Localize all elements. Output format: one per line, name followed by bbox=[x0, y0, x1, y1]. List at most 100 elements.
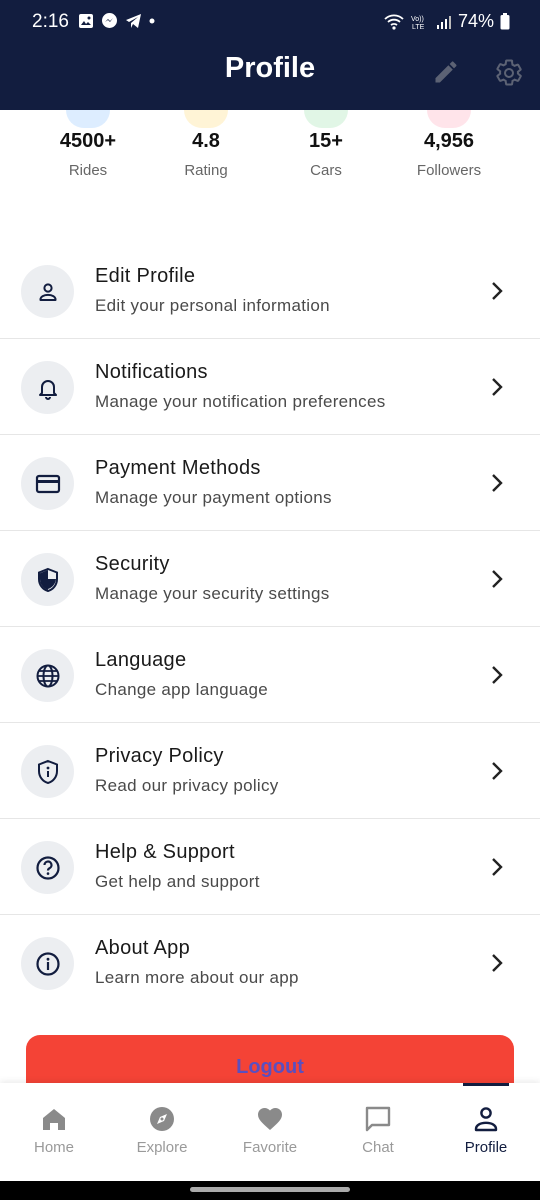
battery-icon bbox=[500, 13, 510, 30]
menu-item-security[interactable]: Security Manage your security settings bbox=[0, 531, 540, 627]
wifi-icon bbox=[384, 14, 404, 30]
menu-subtitle: Learn more about our app bbox=[95, 968, 299, 987]
stat-rides: 4500+ Rides bbox=[23, 130, 153, 179]
telegram-icon bbox=[126, 13, 141, 28]
nav-chat[interactable]: Chat bbox=[324, 1083, 432, 1181]
bell-icon bbox=[38, 379, 57, 400]
stat-rating: 4.8 Rating bbox=[141, 130, 271, 179]
menu-title: Language bbox=[95, 649, 187, 671]
chevron-right-icon bbox=[492, 378, 503, 396]
nav-label: Home bbox=[33, 1139, 74, 1156]
menu-icon-circle bbox=[21, 361, 74, 414]
chevron-right-icon bbox=[492, 282, 503, 300]
nav-label: Profile bbox=[464, 1139, 508, 1156]
stat-avatar-cars bbox=[304, 110, 348, 128]
menu-title: Help & Support bbox=[95, 841, 235, 863]
chevron-right-icon bbox=[492, 666, 503, 684]
menu-item-privacy-policy[interactable]: Privacy Policy Read our privacy policy bbox=[0, 723, 540, 819]
person-icon bbox=[39, 282, 56, 301]
nav-favorite[interactable]: Favorite bbox=[216, 1083, 324, 1181]
menu-title: Privacy Policy bbox=[95, 745, 224, 767]
menu-subtitle: Change app language bbox=[95, 680, 269, 699]
volte-icon: Vo))LTE bbox=[411, 16, 425, 31]
nav-profile[interactable]: Profile bbox=[432, 1083, 540, 1181]
battery-percent: 74% bbox=[457, 11, 494, 31]
menu-item-help-support[interactable]: Help & Support Get help and support bbox=[0, 819, 540, 915]
chevron-right-icon bbox=[492, 858, 503, 876]
credit-card-icon bbox=[35, 474, 60, 493]
stat-cars: 15+ Cars bbox=[261, 130, 391, 179]
svg-text:LTE: LTE bbox=[412, 24, 425, 31]
menu-icon-circle bbox=[21, 937, 74, 990]
home-gesture-pill[interactable] bbox=[190, 1187, 350, 1192]
globe-icon bbox=[36, 664, 59, 687]
info-icon bbox=[35, 951, 60, 976]
gear-icon[interactable] bbox=[494, 58, 524, 88]
stat-value: 4.8 bbox=[192, 130, 220, 152]
svg-text:Vo)): Vo)) bbox=[411, 16, 424, 23]
chevron-right-icon bbox=[492, 570, 503, 588]
notification-icons bbox=[78, 12, 155, 29]
menu-item-edit-profile[interactable]: Edit Profile Edit your personal informat… bbox=[0, 243, 540, 339]
menu-icon-circle bbox=[21, 265, 74, 318]
menu-subtitle: Edit your personal information bbox=[95, 296, 330, 315]
stat-label: Followers bbox=[416, 162, 482, 179]
menu-icon-circle bbox=[21, 841, 74, 894]
menu-item-language[interactable]: Language Change app language bbox=[0, 627, 540, 723]
menu-icon-circle bbox=[21, 649, 74, 702]
stat-avatar-rating bbox=[184, 110, 228, 128]
help-icon bbox=[35, 855, 60, 880]
nav-label: Explore bbox=[136, 1139, 188, 1156]
stat-label: Cars bbox=[310, 162, 342, 179]
stat-label: Rating bbox=[184, 162, 228, 179]
chat-icon bbox=[365, 1106, 391, 1132]
status-right: Vo)) LTE 74% bbox=[384, 11, 510, 32]
menu-subtitle: Manage your notification preferences bbox=[95, 392, 386, 411]
menu-subtitle: Read our privacy policy bbox=[95, 776, 279, 795]
heart-icon bbox=[258, 1108, 282, 1130]
nav-home[interactable]: Home bbox=[0, 1083, 108, 1181]
status-bar: 2:16 Vo)) LTE 74% bbox=[0, 0, 540, 44]
pencil-icon[interactable] bbox=[432, 58, 460, 86]
menu-title: Notifications bbox=[95, 361, 208, 383]
menu-item-notifications[interactable]: Notifications Manage your notification p… bbox=[0, 339, 540, 435]
privacy-shield-icon bbox=[37, 759, 58, 784]
chevron-right-icon bbox=[492, 954, 503, 972]
signal-icon bbox=[436, 15, 451, 29]
bottom-navigation: Home Explore Favorite Chat Profile bbox=[0, 1083, 540, 1181]
menu-icon-circle bbox=[21, 457, 74, 510]
logout-label: Logout bbox=[236, 1056, 304, 1078]
menu-subtitle: Manage your payment options bbox=[95, 488, 332, 507]
settings-menu: Edit Profile Edit your personal informat… bbox=[0, 243, 540, 1011]
status-time: 2:16 bbox=[32, 11, 69, 32]
menu-title: Security bbox=[95, 553, 170, 575]
home-icon bbox=[43, 1109, 65, 1130]
menu-item-about-app[interactable]: About App Learn more about our app bbox=[0, 915, 540, 1011]
screen: 2:16 Vo)) LTE 74% Profile 4500+ Rides 4.… bbox=[0, 0, 540, 1200]
menu-icon-circle bbox=[21, 553, 74, 606]
nav-label: Chat bbox=[362, 1139, 394, 1156]
stat-label: Rides bbox=[68, 162, 108, 179]
stat-value: 4500+ bbox=[59, 130, 117, 152]
stat-avatar-followers bbox=[427, 110, 471, 128]
menu-title: Payment Methods bbox=[95, 457, 261, 479]
menu-subtitle: Get help and support bbox=[95, 872, 260, 891]
menu-icon-circle bbox=[21, 745, 74, 798]
dot-icon bbox=[149, 18, 155, 23]
chevron-right-icon bbox=[492, 762, 503, 780]
active-tab-indicator bbox=[463, 1083, 509, 1086]
shield-icon bbox=[37, 567, 58, 592]
chevron-right-icon bbox=[492, 474, 503, 492]
app-header: 2:16 Vo)) LTE 74% Profile bbox=[0, 0, 540, 110]
stat-value: 15+ bbox=[309, 130, 343, 152]
stat-value: 4,956 bbox=[423, 130, 475, 152]
person-icon bbox=[474, 1107, 498, 1132]
menu-item-payment-methods[interactable]: Payment Methods Manage your payment opti… bbox=[0, 435, 540, 531]
nav-explore[interactable]: Explore bbox=[108, 1083, 216, 1181]
menu-subtitle: Manage your security settings bbox=[95, 584, 330, 603]
menu-title: About App bbox=[95, 937, 191, 959]
menu-title: Edit Profile bbox=[95, 265, 196, 287]
nav-label: Favorite bbox=[242, 1139, 298, 1156]
stat-followers: 4,956 Followers bbox=[384, 130, 514, 179]
compass-icon bbox=[150, 1107, 174, 1131]
